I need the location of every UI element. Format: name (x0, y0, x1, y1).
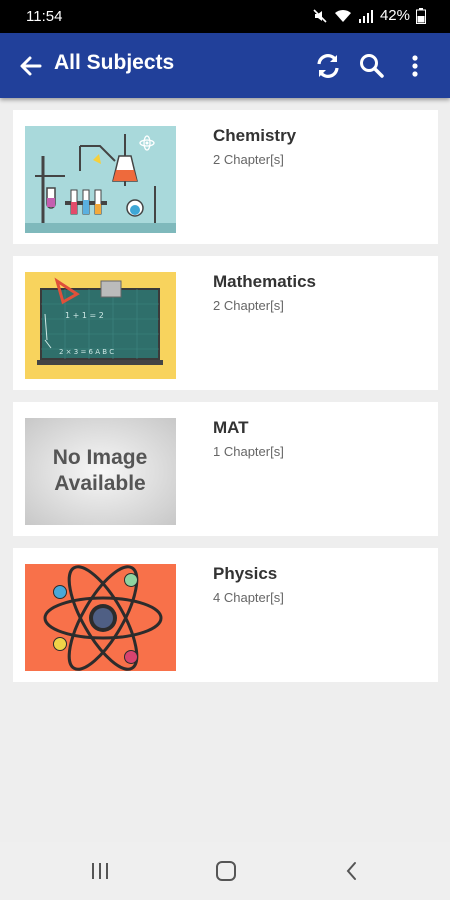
battery-percent: 42% (379, 7, 410, 24)
status-bar: 11:54 42% (0, 0, 450, 33)
recent-apps-icon[interactable] (88, 858, 112, 884)
subject-name: Chemistry (213, 126, 297, 145)
board-line-1: 1 + 1 = 2 (65, 311, 104, 320)
subject-card-mathematics[interactable]: 1 + 1 = 2 2 × 3 = 6 A B C Mathematics 2 … (13, 256, 438, 390)
status-time: 11:54 (26, 8, 63, 25)
subject-name: Physics (213, 564, 278, 583)
signal-icon (358, 9, 373, 23)
chemistry-image (25, 126, 176, 233)
subject-card-physics[interactable]: Physics 4 Chapter[s] (13, 548, 438, 682)
battery-icon (416, 7, 426, 24)
subject-list: Chemistry 2 Chapter[s] 1 + 1 = 2 2 × 3 =… (13, 110, 438, 694)
mute-icon (313, 8, 327, 23)
no-image-placeholder: No Image Available (25, 418, 176, 525)
status-icons: 42% (312, 7, 426, 24)
more-options-icon[interactable] (400, 51, 430, 81)
mathematics-image: 1 + 1 = 2 2 × 3 = 6 A B C (25, 272, 176, 379)
subject-name: MAT (213, 418, 249, 437)
app-bar: All Subjects (0, 33, 450, 98)
subject-card-mat[interactable]: No Image Available MAT 1 Chapter[s] (13, 402, 438, 536)
physics-image (25, 564, 176, 671)
page-title: All Subjects (54, 51, 175, 74)
subject-name: Mathematics (213, 272, 316, 291)
chapter-count: 2 Chapter[s] (213, 298, 284, 313)
no-image-text-1: No Image (53, 446, 148, 469)
chapter-count: 1 Chapter[s] (213, 444, 284, 459)
back-arrow-icon[interactable] (18, 53, 44, 79)
system-back-icon[interactable] (340, 858, 364, 884)
home-icon[interactable] (214, 858, 238, 884)
chapter-count: 4 Chapter[s] (213, 590, 284, 605)
system-nav-bar (0, 842, 450, 900)
board-line-2: 2 × 3 = 6 A B C (59, 348, 114, 356)
no-image-text-2: Available (54, 472, 145, 495)
search-icon[interactable] (357, 51, 387, 81)
wifi-icon (334, 9, 351, 22)
subject-card-chemistry[interactable]: Chemistry 2 Chapter[s] (13, 110, 438, 244)
chapter-count: 2 Chapter[s] (213, 152, 284, 167)
refresh-icon[interactable] (313, 51, 343, 81)
